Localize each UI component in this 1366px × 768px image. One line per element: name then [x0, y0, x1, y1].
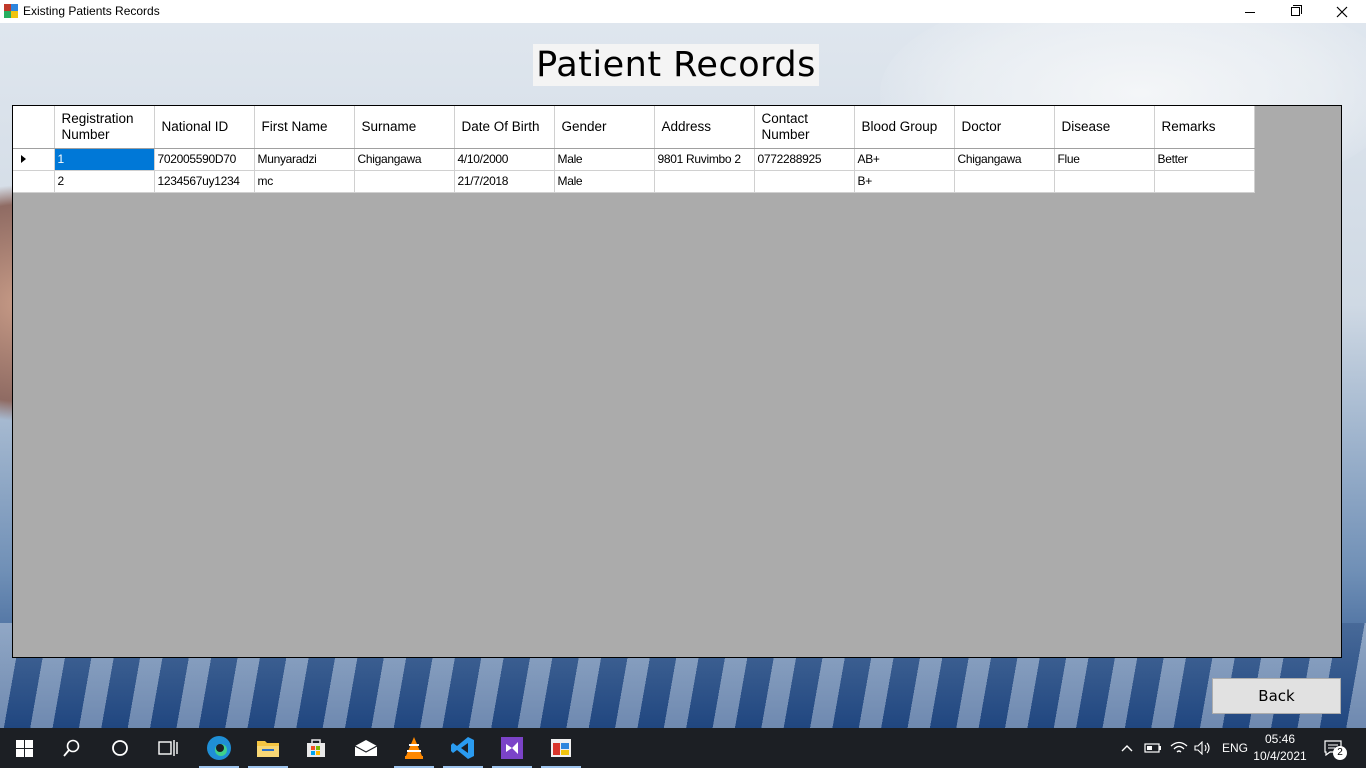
- title-bar: Existing Patients Records: [0, 0, 1366, 23]
- column-header[interactable]: Registration Number: [54, 106, 155, 149]
- table-cell[interactable]: 0772288925: [754, 148, 855, 171]
- page-title: Patient Records: [533, 44, 819, 86]
- column-header[interactable]: Blood Group: [854, 106, 955, 149]
- grid-header-row: Registration Number National ID First Na…: [13, 106, 1255, 149]
- table-cell[interactable]: 702005590D70: [154, 148, 255, 171]
- battery-icon[interactable]: [1144, 742, 1162, 754]
- taskbar-file-explorer[interactable]: [244, 728, 292, 768]
- table-cell[interactable]: Munyaradzi: [254, 148, 355, 171]
- table-cell[interactable]: Male: [554, 170, 655, 193]
- taskbar-store[interactable]: [292, 728, 340, 768]
- app-window-icon: [551, 739, 571, 757]
- taskbar-vlc[interactable]: [390, 728, 438, 768]
- table-cell[interactable]: Chigangawa: [354, 148, 455, 171]
- table-cell[interactable]: 1: [54, 148, 155, 171]
- column-header[interactable]: Remarks: [1154, 106, 1255, 149]
- table-cell[interactable]: mc: [254, 170, 355, 193]
- table-cell[interactable]: [354, 170, 455, 193]
- edge-icon: [207, 736, 231, 760]
- column-header[interactable]: National ID: [154, 106, 255, 149]
- table-cell[interactable]: 9801 Ruvimbo 2: [654, 148, 755, 171]
- back-button[interactable]: Back: [1212, 678, 1341, 714]
- vlc-icon: [405, 737, 423, 759]
- system-tray: ENG: [1120, 728, 1248, 768]
- cortana-button[interactable]: [96, 728, 144, 768]
- column-header[interactable]: First Name: [254, 106, 355, 149]
- table-cell[interactable]: 1234567uy1234: [154, 170, 255, 193]
- table-cell[interactable]: [654, 170, 755, 193]
- search-icon: [63, 739, 80, 757]
- table-cell[interactable]: 2: [54, 170, 155, 193]
- column-header[interactable]: Doctor: [954, 106, 1055, 149]
- row-header[interactable]: [13, 170, 55, 193]
- app-icon: [4, 4, 18, 18]
- table-cell[interactable]: [754, 170, 855, 193]
- taskbar-running-app[interactable]: [537, 728, 585, 768]
- table-cell[interactable]: Better: [1154, 148, 1255, 171]
- column-header[interactable]: Contact Number: [754, 106, 855, 149]
- column-header[interactable]: Date Of Birth: [454, 106, 555, 149]
- mail-icon: [354, 740, 378, 756]
- wifi-icon[interactable]: [1170, 741, 1188, 755]
- clock-date: 10/4/2021: [1253, 749, 1307, 763]
- task-view-icon: [158, 740, 178, 756]
- table-cell[interactable]: 21/7/2018: [454, 170, 555, 193]
- search-button[interactable]: [48, 728, 96, 768]
- table-cell[interactable]: Flue: [1054, 148, 1155, 171]
- taskbar-edge[interactable]: [195, 728, 243, 768]
- vscode-icon: [451, 737, 474, 759]
- table-row[interactable]: 1 702005590D70 Munyaradzi Chigangawa 4/1…: [13, 148, 1255, 171]
- taskbar-visual-studio[interactable]: [488, 728, 536, 768]
- windows-logo-icon: [15, 739, 33, 757]
- window-title: Existing Patients Records: [23, 4, 160, 18]
- volume-icon[interactable]: [1194, 741, 1212, 755]
- table-cell[interactable]: [954, 170, 1055, 193]
- table-cell[interactable]: [1054, 170, 1155, 193]
- start-button[interactable]: [0, 728, 48, 768]
- table-cell[interactable]: 4/10/2000: [454, 148, 555, 171]
- taskbar: ENG 05:46 10/4/2021 2: [0, 728, 1366, 768]
- store-icon: [307, 739, 325, 757]
- language-indicator[interactable]: ENG: [1222, 741, 1248, 755]
- column-header[interactable]: Disease: [1054, 106, 1155, 149]
- folder-icon: [257, 741, 279, 757]
- cortana-icon: [112, 740, 128, 756]
- minimize-button[interactable]: [1227, 0, 1273, 23]
- patient-records-grid[interactable]: Registration Number National ID First Na…: [12, 105, 1342, 658]
- table-row[interactable]: 2 1234567uy1234 mc 21/7/2018 Male B+: [13, 170, 1255, 193]
- chevron-up-icon[interactable]: [1120, 743, 1134, 753]
- task-view-button[interactable]: [144, 728, 192, 768]
- taskbar-mail[interactable]: [342, 728, 390, 768]
- close-button[interactable]: [1319, 0, 1365, 23]
- current-row-icon: [21, 155, 26, 163]
- table-cell[interactable]: Chigangawa: [954, 148, 1055, 171]
- table-cell[interactable]: Male: [554, 148, 655, 171]
- table-cell[interactable]: [1154, 170, 1255, 193]
- clock[interactable]: 05:46 10/4/2021: [1248, 731, 1312, 765]
- minimize-icon: [1245, 12, 1255, 13]
- table-cell[interactable]: AB+: [854, 148, 955, 171]
- close-icon: [1336, 6, 1348, 17]
- grid-corner-header[interactable]: [13, 106, 55, 149]
- clock-time: 05:46: [1264, 732, 1296, 746]
- row-header-current[interactable]: [13, 148, 55, 171]
- column-header[interactable]: Surname: [354, 106, 455, 149]
- notification-count-badge: 2: [1333, 746, 1347, 760]
- restore-button[interactable]: [1273, 0, 1319, 23]
- column-header[interactable]: Address: [654, 106, 755, 149]
- visual-studio-icon: [501, 737, 523, 759]
- column-header[interactable]: Gender: [554, 106, 655, 149]
- table-cell[interactable]: B+: [854, 170, 955, 193]
- taskbar-vscode[interactable]: [439, 728, 487, 768]
